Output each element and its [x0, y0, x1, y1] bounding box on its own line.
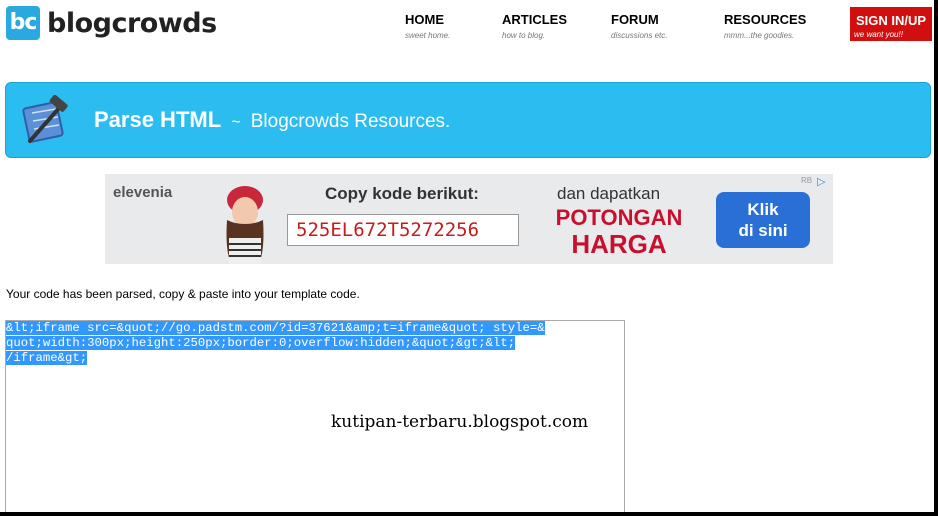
page-title-separator: ~	[231, 114, 241, 131]
ad-promo-line2: POTONGAN	[555, 205, 683, 230]
nav-articles-sub: how to blog.	[502, 31, 546, 40]
nav-resources[interactable]: RESOURCES mmm...the goodies.	[724, 12, 806, 40]
nav-forum-sub: discussions etc.	[611, 31, 668, 40]
signin-button[interactable]: SIGN IN/UP we want you!!	[850, 7, 932, 41]
code-line: /iframe&gt;	[6, 351, 624, 366]
ad-cta-line2: di sini	[738, 221, 788, 240]
code-line: &lt;iframe src=&quot;//go.padstm.com/?id…	[6, 321, 624, 336]
ad-copy-text: Copy kode berikut:	[325, 184, 479, 203]
ad-code-box[interactable]: 525EL672T5272256	[287, 214, 519, 246]
nav-home-sub: sweet home.	[405, 31, 451, 40]
parse-message: Your code has been parsed, copy & paste …	[6, 287, 360, 301]
logo-badge: bc	[6, 6, 40, 40]
ad-cta-button[interactable]: Klik di sini	[716, 192, 810, 248]
adchoices-label[interactable]: RB	[801, 176, 812, 185]
nav-resources-sub: mmm...the goodies.	[724, 31, 795, 40]
ad-promo-line3: HARGA	[571, 229, 667, 259]
page-frame: bc blogcrowds HOME sweet home. ARTICLES …	[0, 0, 934, 512]
ad-model-image	[226, 186, 264, 264]
nav-home[interactable]: HOME sweet home.	[405, 12, 450, 40]
page-title-main: Parse HTML	[94, 107, 222, 132]
advertisement[interactable]: elevenia Copy kode berikut: 525EL672T527…	[105, 174, 833, 264]
code-line: quot;width:300px;height:250px;border:0;o…	[6, 336, 624, 351]
nav-articles[interactable]: ARTICLES how to blog.	[502, 12, 567, 40]
ad-cta-line1: Klik	[747, 200, 779, 219]
nav-forum[interactable]: FORUM discussions etc.	[611, 12, 667, 40]
ad-promo-headline: POTONGAN HARGA	[545, 205, 693, 259]
watermark-text: kutipan-terbaru.blogspot.com	[331, 412, 589, 432]
signin-sub: we want you!!	[854, 30, 903, 39]
ad-promo-line1: dan dapatkan	[557, 184, 661, 203]
signin-label: SIGN IN/UP	[855, 13, 927, 28]
nav-resources-label: RESOURCES	[724, 12, 807, 27]
page-title-sub: Blogcrowds Resources.	[250, 111, 451, 132]
ad-brand: elevenia	[113, 184, 173, 201]
nav-home-label: HOME	[405, 12, 444, 27]
site-logo[interactable]: bc blogcrowds	[6, 6, 217, 40]
tools-icon	[22, 95, 68, 143]
page-banner: Parse HTML ~ Blogcrowds Resources.	[5, 82, 931, 158]
code-line-text: /iframe&gt;	[6, 351, 88, 365]
adchoices-icon[interactable]: ▷	[817, 175, 825, 188]
logo-text: blogcrowds	[47, 7, 217, 39]
page-title: Parse HTML ~ Blogcrowds Resources.	[94, 107, 450, 133]
nav-articles-label: ARTICLES	[502, 12, 567, 27]
nav-forum-label: FORUM	[611, 12, 659, 27]
code-line-text: &lt;iframe src=&quot;//go.padstm.com/?id…	[6, 321, 545, 335]
code-line-text: quot;width:300px;height:250px;border:0;o…	[6, 336, 516, 350]
